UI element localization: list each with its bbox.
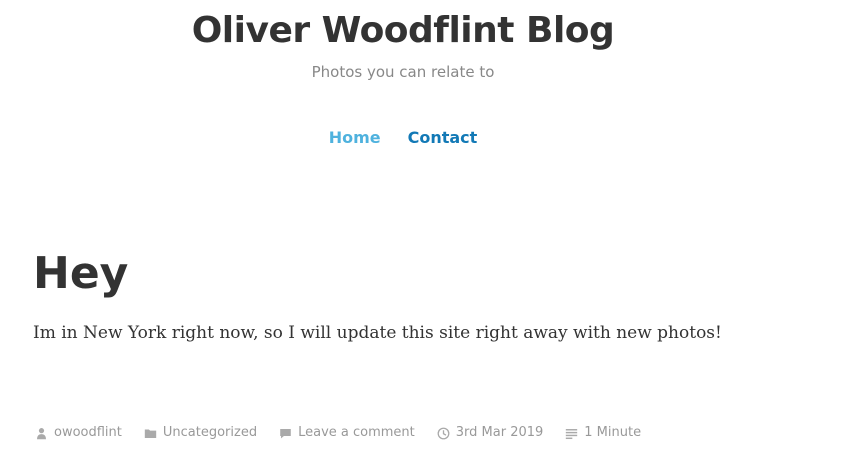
meta-category: Uncategorized (144, 424, 257, 442)
meta-date: 3rd Mar 2019 (437, 424, 544, 442)
leave-comment-link[interactable]: Leave a comment (298, 424, 415, 442)
clock-icon (437, 427, 450, 439)
author-link[interactable]: owoodflint (54, 424, 122, 442)
meta-comments: Leave a comment (279, 424, 415, 442)
folder-icon (144, 428, 157, 438)
post-title[interactable]: Hey (33, 246, 128, 302)
reading-time: 1 Minute (584, 425, 642, 440)
site-title[interactable]: Oliver Woodflint Blog (0, 8, 806, 54)
comment-icon (280, 428, 291, 438)
user-icon (37, 427, 46, 439)
meta-reading-time: 1 Minute (565, 424, 641, 442)
lines-icon (566, 428, 578, 439)
nav-item-contact[interactable]: Contact (408, 127, 478, 149)
site-description: Photos you can relate to (311, 63, 495, 81)
entry-meta: owoodflint Uncategorized Leave a comment… (35, 424, 663, 442)
nav-item-home[interactable]: Home (329, 127, 381, 149)
meta-author: owoodflint (35, 424, 122, 442)
post-content: Im in New York right now, so I will upda… (33, 323, 722, 343)
post-date-link[interactable]: 3rd Mar 2019 (456, 424, 544, 442)
category-link[interactable]: Uncategorized (163, 424, 257, 442)
main-navigation: Home Contact (0, 127, 806, 149)
